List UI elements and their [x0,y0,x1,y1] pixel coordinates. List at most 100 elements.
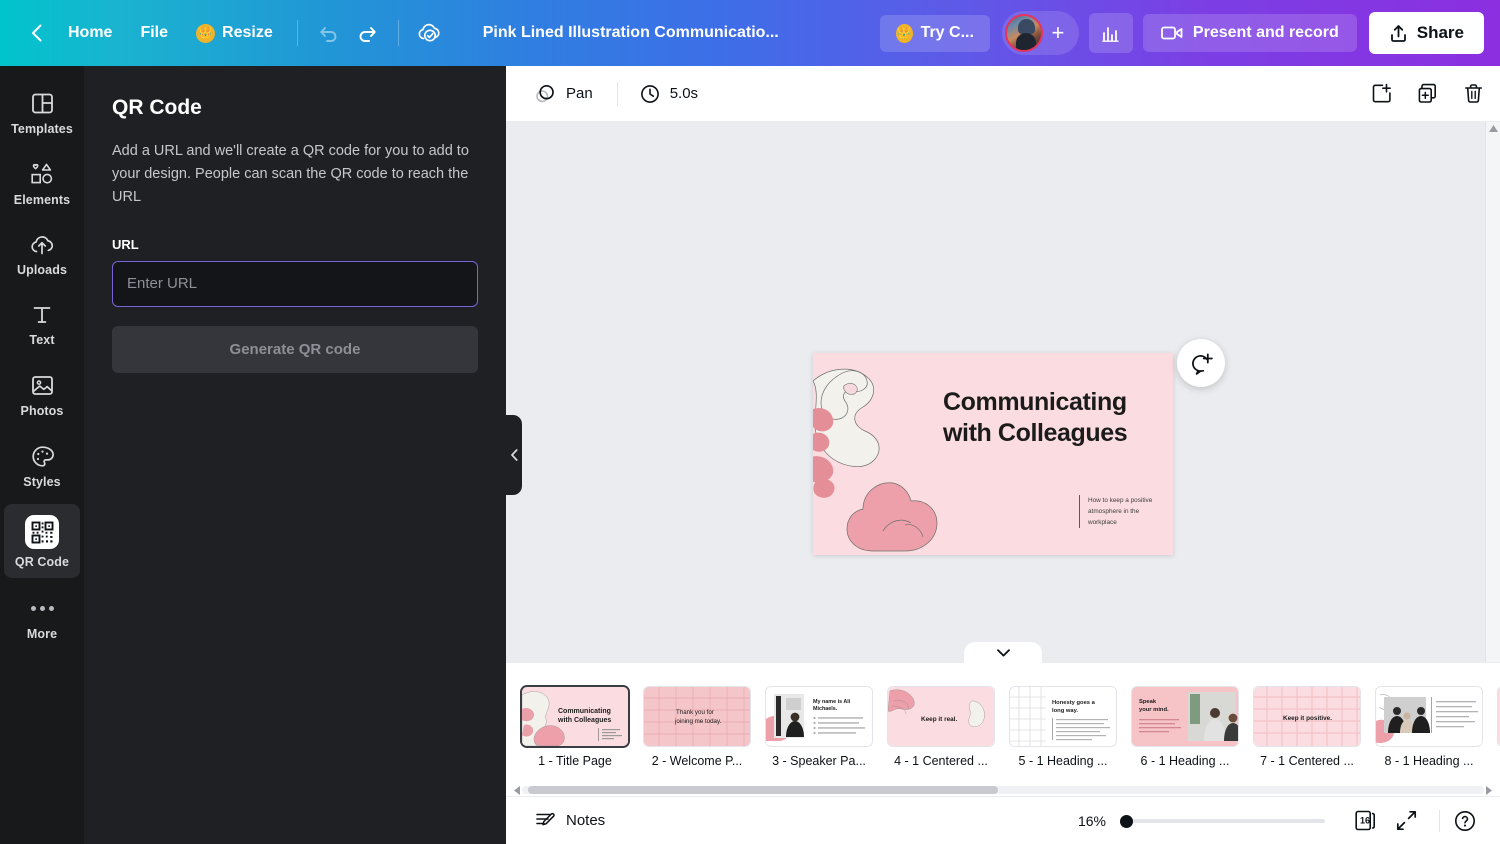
present-and-record-button[interactable]: Present and record [1142,14,1357,52]
thumbnail-page-1[interactable]: Communicating with Colleagues 1 - Title … [522,687,628,768]
slide-canvas[interactable]: Communicating with Colleagues How to kee… [813,353,1173,555]
try-label: Try C... [920,24,974,41]
svg-text:your mind.: your mind. [1139,707,1169,713]
qr-pattern-icon [31,521,53,543]
qr-code-panel: QR Code Add a URL and we'll create a QR … [84,66,506,844]
try-canva-pro-button[interactable]: 👑 Try C... [879,14,990,52]
share-button[interactable]: Share [1368,12,1484,54]
thumbnail-page-7[interactable]: Keep it positive. 7 - 1 Centered ... [1254,687,1360,768]
thumbnail-label-1: 1 - Title Page [538,754,612,768]
thumbnail-scroll-handle[interactable] [528,786,998,794]
delete-page-button[interactable] [1454,75,1492,113]
collaborators-group[interactable]: + [1001,11,1079,55]
thumbnail-scrollbar[interactable] [522,786,1484,794]
thumb-art-1: Communicating with Colleagues [522,687,628,746]
zoom-slider-track [1120,818,1325,823]
svg-text:Speak: Speak [1139,699,1157,705]
thumbnail-preview-1: Communicating with Colleagues [522,687,628,746]
sidebar-item-elements[interactable]: Elements [4,151,80,216]
trash-icon [1464,84,1482,103]
share-upload-icon [1390,24,1406,42]
scroll-up-arrow-icon[interactable] [1488,125,1498,132]
url-field-label: URL [112,236,139,252]
bottom-status-bar: Notes 16% 16 [506,796,1500,844]
sidebar-label-more: More [26,627,58,641]
thumbnail-page-3[interactable]: My name is Ali Michaels. 3 - Speaker Pa.… [766,687,872,768]
chevron-down-icon [996,648,1010,656]
thumbnail-page-6[interactable]: Speak your mind. 6 - 1 Heading ... [1132,687,1238,768]
grid-view-button[interactable]: 16 [1347,802,1385,840]
sidebar-item-styles[interactable]: Styles [4,433,80,498]
qr-code-icon [25,515,59,549]
panel-collapse-handle[interactable] [506,415,522,495]
svg-text:joining me today.: joining me today. [674,718,722,725]
generate-qr-code-button[interactable]: Generate QR code [112,325,478,373]
canvas-viewport[interactable]: Communicating with Colleagues How to kee… [506,122,1500,714]
undo-button[interactable] [308,13,348,53]
fullscreen-button[interactable] [1387,802,1425,840]
thumbnail-scroll-right[interactable] [1482,783,1496,797]
panel-description: Add a URL and we'll create a QR code for… [112,143,469,205]
notes-button[interactable]: Notes [524,803,616,838]
share-label: Share [1416,23,1464,42]
design-title[interactable]: Pink Lined Illustration Communicatio... [471,16,791,50]
svg-text:My name is Ali: My name is Ali [813,699,851,705]
duplicate-page-button[interactable] [1408,75,1446,113]
resize-button[interactable]: 👑 Resize [182,16,287,51]
sidebar-label-elements: Elements [13,193,71,207]
sidebar-item-photos[interactable]: Photos [4,362,80,427]
add-collaborator-button[interactable]: + [1043,20,1073,46]
avatar[interactable] [1004,14,1043,52]
page-duration-button[interactable]: 5.0s [628,77,710,111]
notes-label: Notes [566,812,606,829]
pan-hand-icon [536,84,554,102]
thumbnail-label-3: 3 - Speaker Pa... [772,754,866,768]
url-input[interactable] [112,260,478,307]
zoom-slider-handle[interactable] [1120,814,1133,828]
thumbnail-page-5[interactable]: Honesty goes a long way. 5 - 1 Heading .… [1010,687,1116,768]
help-button[interactable] [1446,802,1484,840]
undo-icon [319,27,337,42]
redo-icon [359,27,376,42]
thumbnail-strip-collapse-handle[interactable] [963,641,1043,663]
thumb-art-7: Keep it positive. [1254,687,1360,746]
insights-button[interactable] [1088,13,1133,53]
add-comment-button[interactable] [1177,339,1225,387]
thumb-art-6: Speak your mind. [1132,687,1238,746]
thumbnail-page-4[interactable]: Keep it real. 4 - 1 Centered ... [888,687,994,768]
sidebar-label-styles: Styles [23,475,61,489]
svg-text:Honesty goes a: Honesty goes a [1052,700,1096,706]
resize-label: Resize [222,24,273,41]
thumbnail-preview-8 [1376,687,1482,746]
add-page-button[interactable] [1362,75,1400,113]
cloud-save-status-button[interactable] [409,13,449,53]
canvas-vertical-scrollbar[interactable] [1485,122,1500,714]
file-menu-button[interactable]: File [126,16,182,50]
home-button[interactable]: Home [54,16,126,50]
thumbnail-label-2: 2 - Welcome P... [651,754,743,768]
thumbnail-page-2[interactable]: Thank you for joining me today. 2 - Welc… [644,687,750,768]
chevron-left-icon [514,785,520,795]
thumbnail-label-7: 7 - 1 Centered ... [1260,754,1354,768]
duration-label: 5.0s [669,85,699,102]
sidebar-item-templates[interactable]: Templates [4,80,80,145]
subtitle-accent-line [1079,495,1080,529]
thumbnail-label-6: 6 - 1 Heading ... [1140,754,1230,768]
palette-icon [31,446,54,467]
pan-button[interactable]: Pan [522,76,605,112]
panel-title: QR Code [112,96,202,119]
cloud-upload-icon [31,236,54,255]
more-dots-icon [30,595,54,621]
back-button[interactable] [18,24,54,42]
bottom-bar-divider [1439,809,1440,832]
svg-text:Keep it positive.: Keep it positive. [1283,715,1332,722]
page-thumbnail-strip: Communicating with Colleagues 1 - Title … [506,641,1500,800]
sidebar-item-uploads[interactable]: Uploads [4,222,80,286]
redo-button[interactable] [348,13,388,53]
zoom-slider[interactable] [1120,813,1325,829]
thumbnail-page-8[interactable]: 8 - 1 Heading ... [1376,687,1482,768]
sidebar-item-qr-code[interactable]: QR Code [4,504,80,578]
sidebar-item-text[interactable]: Text [4,292,80,356]
thumbnail-preview-4: Keep it real. [888,687,994,746]
sidebar-item-more[interactable]: More [4,584,80,650]
